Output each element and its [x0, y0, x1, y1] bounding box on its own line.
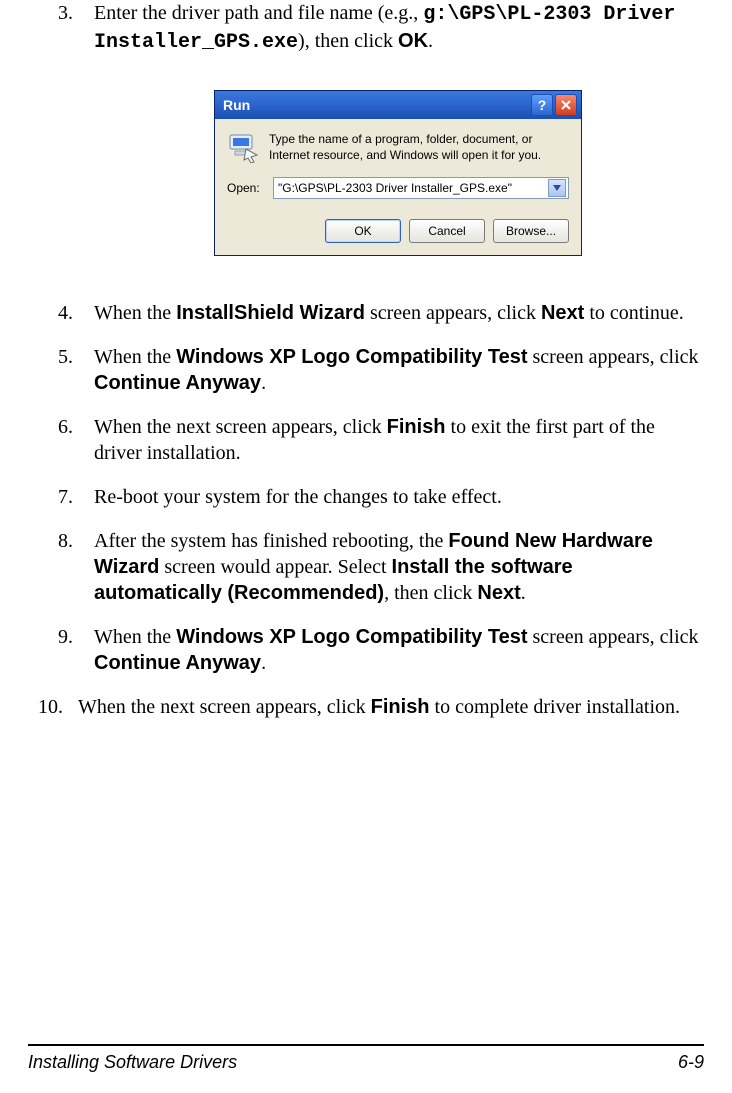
page-number: 6-9 [678, 1052, 704, 1073]
combo-dropdown-button[interactable] [548, 179, 566, 197]
step-number: 3. [58, 0, 94, 56]
chevron-down-icon [553, 185, 561, 191]
step-text: Enter the driver path and file name (e.g… [94, 0, 704, 56]
step-3: 3. Enter the driver path and file name (… [38, 0, 704, 56]
browse-button[interactable]: Browse... [493, 219, 569, 243]
step-6: 6. When the next screen appears, click F… [38, 414, 704, 466]
open-label: Open: [227, 181, 265, 195]
step-8: 8. After the system has finished rebooti… [38, 528, 704, 606]
footer-title: Installing Software Drivers [28, 1052, 237, 1073]
help-button[interactable]: ? [531, 94, 553, 116]
step-10: 10. When the next screen appears, click … [38, 694, 704, 720]
open-combobox[interactable]: "G:\GPS\PL-2303 Driver Installer_GPS.exe… [273, 177, 569, 199]
step-7: 7. Re-boot your system for the changes t… [38, 484, 704, 510]
dialog-title: Run [223, 97, 529, 113]
cancel-button[interactable]: Cancel [409, 219, 485, 243]
run-icon [227, 131, 259, 163]
open-value: "G:\GPS\PL-2303 Driver Installer_GPS.exe… [278, 181, 548, 195]
close-button[interactable] [555, 94, 577, 116]
step-5: 5. When the Windows XP Logo Compatibilit… [38, 344, 704, 396]
page-footer: Installing Software Drivers 6-9 [28, 1044, 704, 1073]
run-prompt: Type the name of a program, folder, docu… [269, 131, 569, 163]
ok-button[interactable]: OK [325, 219, 401, 243]
step-9: 9. When the Windows XP Logo Compatibilit… [38, 624, 704, 676]
step-4: 4. When the InstallShield Wizard screen … [38, 300, 704, 326]
run-dialog: Run ? Type the name of [214, 90, 582, 256]
titlebar: Run ? [215, 91, 581, 119]
close-icon [561, 100, 571, 110]
